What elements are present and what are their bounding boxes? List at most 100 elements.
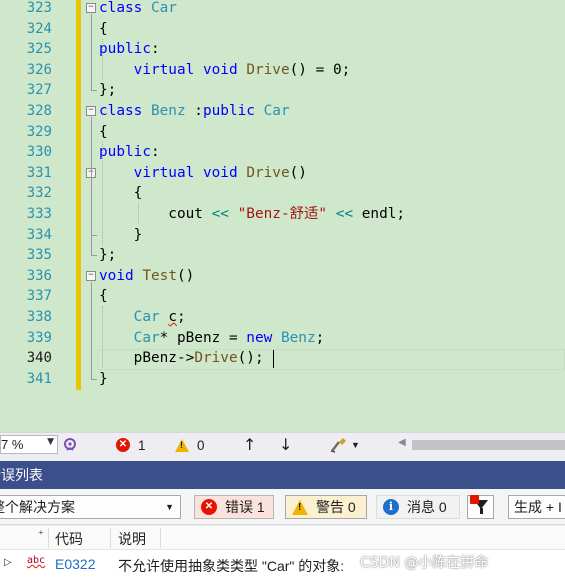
outline-end xyxy=(91,255,97,257)
code-line[interactable]: cout << "Benz-舒适" << endl; xyxy=(99,204,405,225)
errors-filter-button[interactable]: ✕ 错误 1 xyxy=(194,495,274,519)
code-token: { xyxy=(99,185,143,202)
collapse-region-icon[interactable]: − xyxy=(86,3,96,13)
code-line[interactable]: { xyxy=(99,19,108,40)
column-divider[interactable] xyxy=(48,528,49,548)
line-number: 340 xyxy=(26,350,52,367)
previous-issue-button[interactable]: ↑ xyxy=(243,435,256,454)
line-number: 326 xyxy=(26,61,52,78)
column-header-code[interactable]: 代码 xyxy=(55,529,83,549)
error-list-toolbar: 整个解决方案 ▼ ✕ 错误 1 警告 0 i 消息 0 生成 + I xyxy=(0,489,565,525)
line-number: 333 xyxy=(26,206,52,222)
chevron-down-icon: ▼ xyxy=(47,437,54,447)
error-count: 1 xyxy=(138,437,146,453)
line-number: 336 xyxy=(26,267,52,284)
code-line[interactable]: class Benz :public Car xyxy=(99,101,290,122)
horizontal-scrollbar[interactable] xyxy=(412,440,565,450)
code-line[interactable]: { xyxy=(99,122,108,143)
code-line[interactable]: Car c; xyxy=(99,307,186,328)
next-issue-button[interactable]: ↓ xyxy=(279,435,292,454)
code-token: { xyxy=(99,288,108,305)
code-token: } xyxy=(99,370,108,387)
code-token: virtual xyxy=(133,61,195,78)
text-caret xyxy=(273,350,274,368)
outline-end xyxy=(91,378,97,380)
code-line[interactable]: }; xyxy=(99,80,116,101)
expand-row-icon[interactable]: ▷ xyxy=(4,557,12,568)
code-token: class xyxy=(99,103,151,119)
code-line[interactable]: }; xyxy=(99,245,116,266)
error-icon: ✕ xyxy=(201,499,217,515)
code-line[interactable]: public: xyxy=(99,142,160,163)
zoom-level-dropdown[interactable]: 7 % ▼ xyxy=(0,435,58,454)
code-line[interactable]: { xyxy=(99,286,108,307)
scope-value: 整个解决方案 xyxy=(0,499,75,515)
line-number: 331 xyxy=(26,164,52,181)
build-source-dropdown[interactable]: 生成 + I xyxy=(508,495,565,519)
code-line[interactable]: void Test() xyxy=(99,266,194,287)
code-token: : xyxy=(150,41,160,58)
code-line[interactable]: public: xyxy=(99,39,160,60)
indent-guide xyxy=(102,306,103,369)
scope-dropdown[interactable]: 整个解决方案 ▼ xyxy=(0,495,181,519)
code-token: new xyxy=(246,329,273,346)
code-token: Drive xyxy=(246,61,290,78)
column-divider[interactable] xyxy=(110,528,111,548)
column-header-description[interactable]: 说明 xyxy=(118,529,146,549)
code-line[interactable]: virtual void Drive() xyxy=(99,163,307,184)
code-token: * pBenz = xyxy=(159,329,247,346)
code-cleanup-button[interactable]: ▼ xyxy=(330,436,360,454)
code-token: public xyxy=(202,103,255,119)
code-token: public xyxy=(99,144,151,161)
code-token: }; xyxy=(99,247,117,264)
collapse-region-icon[interactable]: − xyxy=(86,106,96,116)
code-line[interactable]: Car* pBenz = new Benz; xyxy=(99,328,325,349)
code-token: } xyxy=(99,226,143,243)
line-number: 328 xyxy=(26,103,52,119)
error-count-indicator[interactable]: ✕ 1 xyxy=(116,436,146,454)
error-squiggle-icon: abc xyxy=(27,555,46,566)
csdn-watermark: CSDN @​​小陈在拼命​​ xyxy=(360,555,489,571)
warning-count-indicator[interactable]: 0 xyxy=(175,436,205,454)
filter-button[interactable] xyxy=(467,495,494,519)
error-list-title-bar[interactable]: 错误列表 xyxy=(0,461,565,489)
error-code-cell[interactable]: E0322 xyxy=(55,556,95,572)
code-line[interactable]: class Car xyxy=(99,0,177,19)
code-line[interactable]: } xyxy=(99,369,108,390)
line-number: 337 xyxy=(26,288,52,305)
warning-icon xyxy=(292,499,308,515)
code-token: () xyxy=(289,164,307,181)
line-number: 324 xyxy=(26,20,52,37)
code-token: c xyxy=(168,309,177,325)
code-token: Test xyxy=(142,267,177,284)
code-editor[interactable]: 323 324 325 326 327 328 329 330 331 332 333 334 335 3… xyxy=(0,0,565,432)
collapse-region-icon[interactable]: − xyxy=(86,270,96,281)
code-line[interactable]: virtual void Drive() = 0; xyxy=(99,60,351,81)
line-number: 338 xyxy=(26,309,52,325)
code-line[interactable]: } xyxy=(99,225,143,246)
code-line[interactable]: pBenz->Drive(); xyxy=(99,348,264,369)
editor-status-strip: 7 % ▼ ✕ 1 0 ↑ ↓ ▼ ◀ xyxy=(0,432,565,456)
warnings-filter-button[interactable]: 警告 0 xyxy=(285,495,367,519)
messages-filter-button[interactable]: i 消息 0 xyxy=(376,495,460,519)
indent-guide xyxy=(138,203,139,224)
error-icon: ✕ xyxy=(116,438,130,452)
chevron-down-icon: ▼ xyxy=(165,502,174,512)
sort-column-handle[interactable]: ⁺ xyxy=(38,528,44,541)
code-line[interactable]: { xyxy=(99,183,143,204)
build-source-value: 生成 + I xyxy=(514,499,562,515)
line-number: 329 xyxy=(26,123,52,140)
scroll-left-icon[interactable]: ◀ xyxy=(398,437,406,448)
column-divider[interactable] xyxy=(160,528,161,548)
code-token: : xyxy=(150,144,160,161)
outline-line xyxy=(91,178,92,235)
intellicode-icon[interactable] xyxy=(62,436,78,454)
code-token: cout xyxy=(99,206,212,222)
outline-line xyxy=(91,281,92,379)
